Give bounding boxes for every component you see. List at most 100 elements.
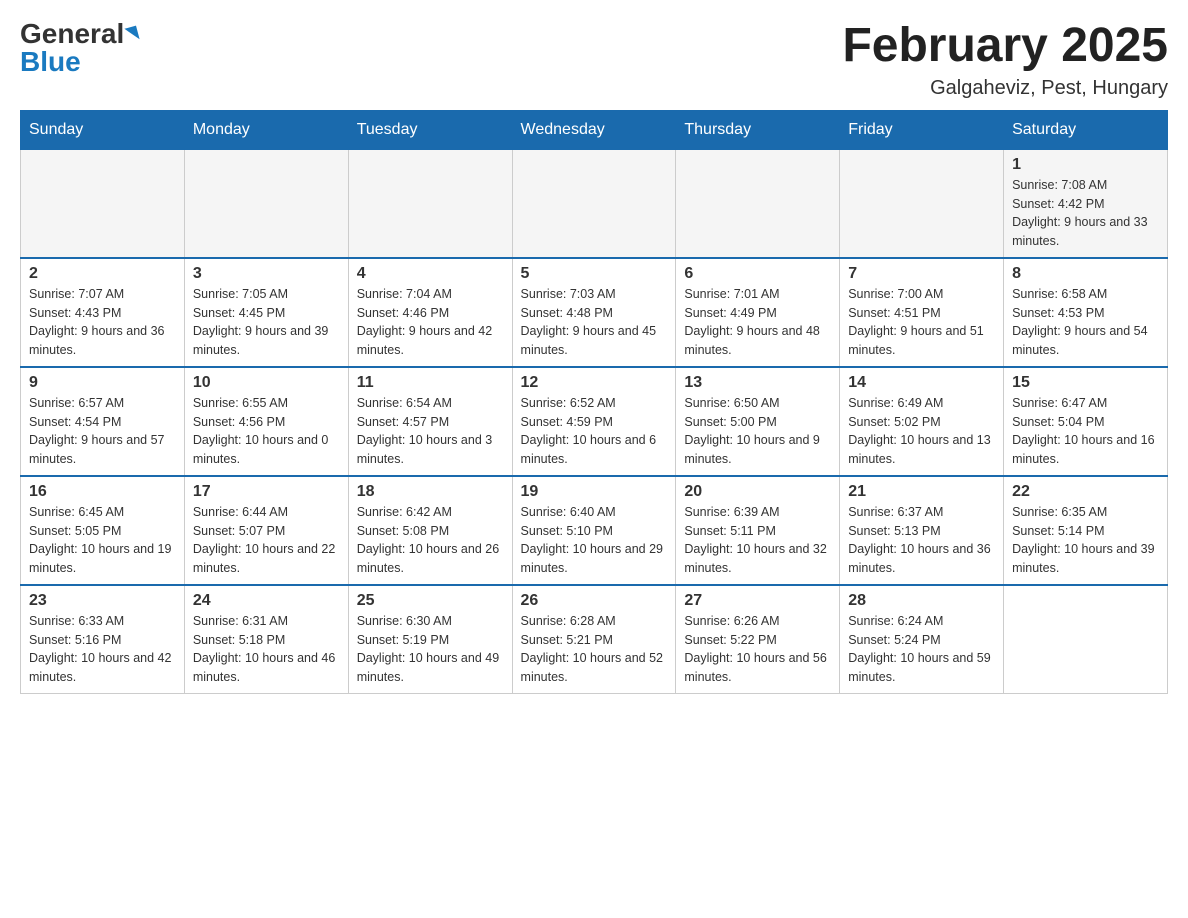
day-info: Sunrise: 7:04 AMSunset: 4:46 PMDaylight:… bbox=[357, 285, 504, 360]
day-info: Sunrise: 6:40 AMSunset: 5:10 PMDaylight:… bbox=[521, 503, 668, 578]
table-row: 9 Sunrise: 6:57 AMSunset: 4:54 PMDaylight… bbox=[21, 367, 185, 476]
table-row: 11 Sunrise: 6:54 AMSunset: 4:57 PMDayligh… bbox=[348, 367, 512, 476]
table-row: 1 Sunrise: 7:08 AMSunset: 4:42 PMDaylight… bbox=[1004, 149, 1168, 258]
col-monday: Monday bbox=[184, 110, 348, 149]
page-header: General Blue February 2025 Galgaheviz, P… bbox=[20, 20, 1168, 100]
day-number: 21 bbox=[848, 483, 995, 501]
day-info: Sunrise: 6:37 AMSunset: 5:13 PMDaylight:… bbox=[848, 503, 995, 578]
table-row: 8 Sunrise: 6:58 AMSunset: 4:53 PMDaylight… bbox=[1004, 258, 1168, 367]
day-info: Sunrise: 6:26 AMSunset: 5:22 PMDaylight:… bbox=[684, 612, 831, 687]
day-number: 17 bbox=[193, 483, 340, 501]
title-block: February 2025 Galgaheviz, Pest, Hungary bbox=[842, 20, 1168, 100]
month-title: February 2025 bbox=[842, 20, 1168, 73]
table-row: 23 Sunrise: 6:33 AMSunset: 5:16 PMDayligh… bbox=[21, 585, 185, 694]
table-row: 10 Sunrise: 6:55 AMSunset: 4:56 PMDayligh… bbox=[184, 367, 348, 476]
day-number: 15 bbox=[1012, 374, 1159, 392]
day-info: Sunrise: 6:47 AMSunset: 5:04 PMDaylight:… bbox=[1012, 394, 1159, 469]
table-row: 13 Sunrise: 6:50 AMSunset: 5:00 PMDayligh… bbox=[676, 367, 840, 476]
table-row bbox=[21, 149, 185, 258]
day-info: Sunrise: 6:50 AMSunset: 5:00 PMDaylight:… bbox=[684, 394, 831, 469]
day-number: 1 bbox=[1012, 156, 1159, 174]
day-number: 13 bbox=[684, 374, 831, 392]
day-info: Sunrise: 7:08 AMSunset: 4:42 PMDaylight:… bbox=[1012, 176, 1159, 251]
table-row: 17 Sunrise: 6:44 AMSunset: 5:07 PMDayligh… bbox=[184, 476, 348, 585]
day-info: Sunrise: 6:42 AMSunset: 5:08 PMDaylight:… bbox=[357, 503, 504, 578]
calendar-week-row: 2 Sunrise: 7:07 AMSunset: 4:43 PMDaylight… bbox=[21, 258, 1168, 367]
day-info: Sunrise: 7:07 AMSunset: 4:43 PMDaylight:… bbox=[29, 285, 176, 360]
table-row: 20Sunrise: 6:39 AMSunset: 5:11 PMDayligh… bbox=[676, 476, 840, 585]
day-info: Sunrise: 6:45 AMSunset: 5:05 PMDaylight:… bbox=[29, 503, 176, 578]
table-row: 12 Sunrise: 6:52 AMSunset: 4:59 PMDayligh… bbox=[512, 367, 676, 476]
day-info: Sunrise: 6:24 AMSunset: 5:24 PMDaylight:… bbox=[848, 612, 995, 687]
table-row bbox=[1004, 585, 1168, 694]
table-row: 15 Sunrise: 6:47 AMSunset: 5:04 PMDayligh… bbox=[1004, 367, 1168, 476]
table-row: 5 Sunrise: 7:03 AMSunset: 4:48 PMDaylight… bbox=[512, 258, 676, 367]
day-info: Sunrise: 6:52 AMSunset: 4:59 PMDaylight:… bbox=[521, 394, 668, 469]
calendar-header-row: Sunday Monday Tuesday Wednesday Thursday… bbox=[21, 110, 1168, 149]
day-number: 22 bbox=[1012, 483, 1159, 501]
table-row bbox=[184, 149, 348, 258]
table-row: 3Sunrise: 7:05 AMSunset: 4:45 PMDaylight… bbox=[184, 258, 348, 367]
day-number: 5 bbox=[521, 265, 668, 283]
day-number: 7 bbox=[848, 265, 995, 283]
day-info: Sunrise: 6:57 AMSunset: 4:54 PMDaylight:… bbox=[29, 394, 176, 469]
logo-arrow-icon bbox=[125, 26, 140, 43]
calendar-week-row: 1 Sunrise: 7:08 AMSunset: 4:42 PMDaylight… bbox=[21, 149, 1168, 258]
day-number: 11 bbox=[357, 374, 504, 392]
day-number: 4 bbox=[357, 265, 504, 283]
table-row: 7 Sunrise: 7:00 AMSunset: 4:51 PMDaylight… bbox=[840, 258, 1004, 367]
day-number: 24 bbox=[193, 592, 340, 610]
table-row bbox=[348, 149, 512, 258]
day-info: Sunrise: 7:05 AMSunset: 4:45 PMDaylight:… bbox=[193, 285, 340, 360]
day-number: 10 bbox=[193, 374, 340, 392]
day-info: Sunrise: 6:58 AMSunset: 4:53 PMDaylight:… bbox=[1012, 285, 1159, 360]
table-row: 24 Sunrise: 6:31 AMSunset: 5:18 PMDayligh… bbox=[184, 585, 348, 694]
day-number: 19 bbox=[521, 483, 668, 501]
day-info: Sunrise: 6:54 AMSunset: 4:57 PMDaylight:… bbox=[357, 394, 504, 469]
day-info: Sunrise: 6:39 AMSunset: 5:11 PMDaylight:… bbox=[684, 503, 831, 578]
table-row: 25 Sunrise: 6:30 AMSunset: 5:19 PMDayligh… bbox=[348, 585, 512, 694]
day-info: Sunrise: 7:03 AMSunset: 4:48 PMDaylight:… bbox=[521, 285, 668, 360]
day-info: Sunrise: 7:01 AMSunset: 4:49 PMDaylight:… bbox=[684, 285, 831, 360]
day-number: 27 bbox=[684, 592, 831, 610]
calendar-week-row: 9 Sunrise: 6:57 AMSunset: 4:54 PMDaylight… bbox=[21, 367, 1168, 476]
col-friday: Friday bbox=[840, 110, 1004, 149]
table-row: 21 Sunrise: 6:37 AMSunset: 5:13 PMDayligh… bbox=[840, 476, 1004, 585]
col-wednesday: Wednesday bbox=[512, 110, 676, 149]
day-info: Sunrise: 6:35 AMSunset: 5:14 PMDaylight:… bbox=[1012, 503, 1159, 578]
table-row: 18 Sunrise: 6:42 AMSunset: 5:08 PMDayligh… bbox=[348, 476, 512, 585]
table-row: 2 Sunrise: 7:07 AMSunset: 4:43 PMDaylight… bbox=[21, 258, 185, 367]
day-info: Sunrise: 6:30 AMSunset: 5:19 PMDaylight:… bbox=[357, 612, 504, 687]
table-row: 28Sunrise: 6:24 AMSunset: 5:24 PMDayligh… bbox=[840, 585, 1004, 694]
day-info: Sunrise: 6:33 AMSunset: 5:16 PMDaylight:… bbox=[29, 612, 176, 687]
table-row: 27 Sunrise: 6:26 AMSunset: 5:22 PMDayligh… bbox=[676, 585, 840, 694]
day-number: 26 bbox=[521, 592, 668, 610]
day-number: 6 bbox=[684, 265, 831, 283]
table-row: 19 Sunrise: 6:40 AMSunset: 5:10 PMDayligh… bbox=[512, 476, 676, 585]
logo-general-text: General bbox=[20, 20, 124, 48]
day-number: 25 bbox=[357, 592, 504, 610]
table-row: 26 Sunrise: 6:28 AMSunset: 5:21 PMDayligh… bbox=[512, 585, 676, 694]
day-info: Sunrise: 6:55 AMSunset: 4:56 PMDaylight:… bbox=[193, 394, 340, 469]
day-info: Sunrise: 6:31 AMSunset: 5:18 PMDaylight:… bbox=[193, 612, 340, 687]
day-number: 2 bbox=[29, 265, 176, 283]
day-number: 8 bbox=[1012, 265, 1159, 283]
col-thursday: Thursday bbox=[676, 110, 840, 149]
day-number: 23 bbox=[29, 592, 176, 610]
table-row: 14Sunrise: 6:49 AMSunset: 5:02 PMDayligh… bbox=[840, 367, 1004, 476]
calendar-table: Sunday Monday Tuesday Wednesday Thursday… bbox=[20, 110, 1168, 694]
day-info: Sunrise: 6:28 AMSunset: 5:21 PMDaylight:… bbox=[521, 612, 668, 687]
day-info: Sunrise: 7:00 AMSunset: 4:51 PMDaylight:… bbox=[848, 285, 995, 360]
day-number: 9 bbox=[29, 374, 176, 392]
table-row: 6 Sunrise: 7:01 AMSunset: 4:49 PMDaylight… bbox=[676, 258, 840, 367]
logo: General Blue bbox=[20, 20, 138, 76]
day-number: 18 bbox=[357, 483, 504, 501]
location-text: Galgaheviz, Pest, Hungary bbox=[842, 77, 1168, 100]
logo-blue-text: Blue bbox=[20, 48, 81, 76]
day-number: 12 bbox=[521, 374, 668, 392]
day-info: Sunrise: 6:44 AMSunset: 5:07 PMDaylight:… bbox=[193, 503, 340, 578]
col-sunday: Sunday bbox=[21, 110, 185, 149]
table-row: 22 Sunrise: 6:35 AMSunset: 5:14 PMDayligh… bbox=[1004, 476, 1168, 585]
table-row bbox=[676, 149, 840, 258]
table-row bbox=[840, 149, 1004, 258]
